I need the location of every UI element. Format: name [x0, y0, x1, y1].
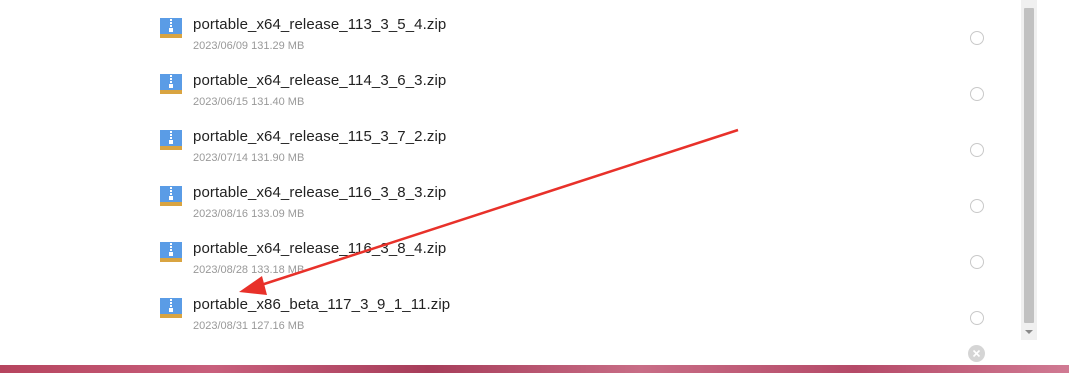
scroll-down-button[interactable] — [1021, 324, 1037, 340]
select-radio[interactable] — [970, 311, 984, 325]
file-picker-panel: portable_x64_release_113_3_5_4.zip 2023/… — [0, 0, 1069, 365]
file-row[interactable]: portable_x64_release_114_3_6_3.zip 2023/… — [0, 66, 1020, 122]
file-meta: 2023/08/16 133.09 MB — [193, 208, 305, 220]
zip-file-icon — [160, 242, 182, 262]
vertical-scrollbar[interactable] — [1021, 0, 1037, 340]
file-name: portable_x64_release_116_3_8_3.zip — [193, 184, 447, 201]
file-row[interactable]: portable_x64_release_116_3_8_3.zip 2023/… — [0, 178, 1020, 234]
file-name: portable_x64_release_115_3_7_2.zip — [193, 128, 447, 145]
close-icon — [972, 349, 981, 358]
chevron-down-icon — [1025, 330, 1033, 334]
file-name: portable_x64_release_114_3_6_3.zip — [193, 72, 447, 89]
file-row[interactable]: portable_x64_release_115_3_7_2.zip 2023/… — [0, 122, 1020, 178]
zip-file-icon — [160, 186, 182, 206]
zip-file-icon — [160, 18, 182, 38]
select-radio[interactable] — [970, 31, 984, 45]
close-button[interactable] — [968, 345, 985, 362]
select-radio[interactable] — [970, 199, 984, 213]
file-row[interactable]: portable_x86_beta_117_3_9_1_11.zip 2023/… — [0, 290, 1020, 346]
select-radio[interactable] — [970, 255, 984, 269]
file-list: portable_x64_release_113_3_5_4.zip 2023/… — [0, 0, 1020, 365]
file-meta: 2023/08/28 133.18 MB — [193, 264, 305, 276]
zip-file-icon — [160, 130, 182, 150]
file-row[interactable]: portable_x64_release_113_3_5_4.zip 2023/… — [0, 10, 1020, 66]
file-name: portable_x64_release_113_3_5_4.zip — [193, 16, 447, 33]
file-name: portable_x64_release_116_3_8_4.zip — [193, 240, 447, 257]
background-strip — [0, 365, 1069, 373]
file-name: portable_x86_beta_117_3_9_1_11.zip — [193, 296, 451, 313]
zip-file-icon — [160, 298, 182, 318]
select-radio[interactable] — [970, 143, 984, 157]
file-row[interactable]: portable_x64_release_116_3_8_4.zip 2023/… — [0, 234, 1020, 290]
scroll-thumb[interactable] — [1024, 8, 1034, 323]
zip-file-icon — [160, 74, 182, 94]
file-meta: 2023/07/14 131.90 MB — [193, 152, 305, 164]
file-meta: 2023/08/31 127.16 MB — [193, 320, 305, 332]
file-meta: 2023/06/15 131.40 MB — [193, 96, 305, 108]
select-radio[interactable] — [970, 87, 984, 101]
file-meta: 2023/06/09 131.29 MB — [193, 40, 305, 52]
